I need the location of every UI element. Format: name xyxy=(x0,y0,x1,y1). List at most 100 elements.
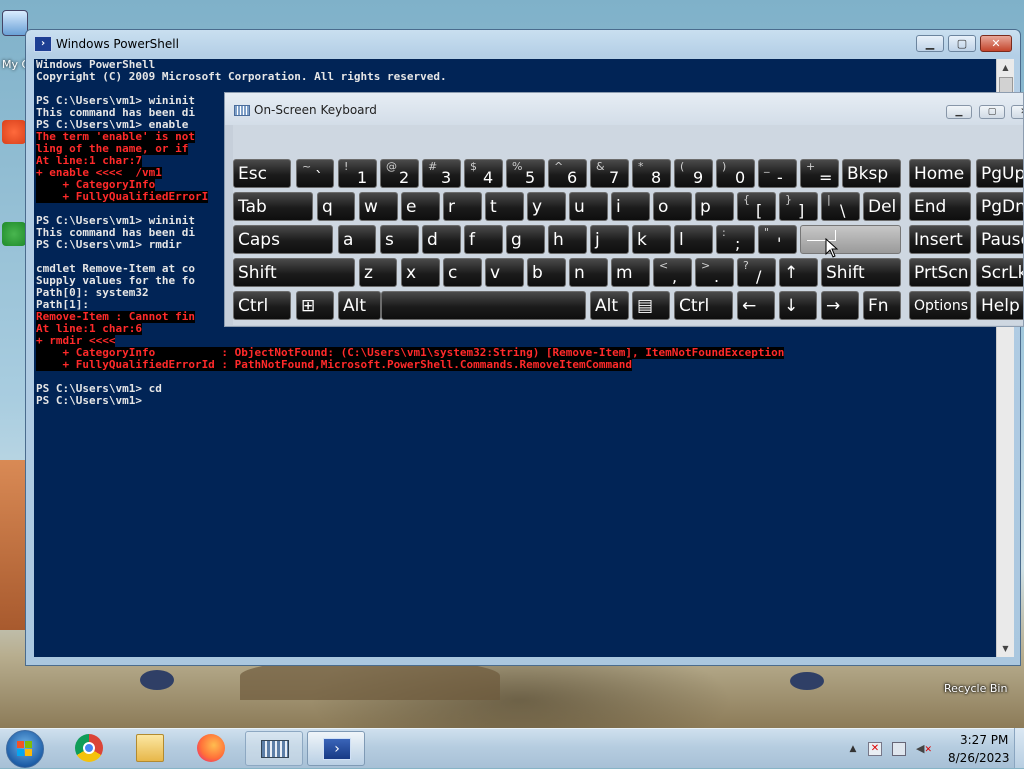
key-6[interactable]: ^ 6 xyxy=(548,159,587,188)
key-del[interactable]: Del xyxy=(863,192,901,221)
key-quote[interactable]: " ' xyxy=(758,225,797,254)
key-up[interactable]: ↑ xyxy=(779,258,818,287)
start-button[interactable] xyxy=(6,730,44,768)
key-z[interactable]: z xyxy=(359,258,397,287)
key-p[interactable]: p xyxy=(695,192,734,221)
key-q[interactable]: q xyxy=(317,192,355,221)
key-1[interactable]: ! 1 xyxy=(338,159,377,188)
key-fn[interactable]: Fn xyxy=(863,291,901,320)
key-h[interactable]: h xyxy=(548,225,587,254)
key-t[interactable]: t xyxy=(485,192,524,221)
recycle-bin-label[interactable]: Recycle Bin xyxy=(944,682,1007,695)
key-end[interactable]: End xyxy=(909,192,971,221)
key-y[interactable]: y xyxy=(527,192,566,221)
clock-date[interactable]: 8/26/2023 xyxy=(948,751,1010,765)
scroll-up-icon[interactable]: ▲ xyxy=(997,59,1014,76)
key-tab[interactable]: Tab xyxy=(233,192,313,221)
key-c[interactable]: c xyxy=(443,258,482,287)
key-j[interactable]: j xyxy=(590,225,629,254)
key-caps[interactable]: Caps xyxy=(233,225,333,254)
key-backslash[interactable]: | \ xyxy=(821,192,860,221)
key-home[interactable]: Home xyxy=(909,159,971,188)
key-down[interactable]: ↓ xyxy=(779,291,817,320)
key-prtscn[interactable]: PrtScn xyxy=(909,258,971,287)
key-rbracket[interactable]: }] xyxy=(779,192,818,221)
osk-maximize-button[interactable]: ▢ xyxy=(979,105,1005,119)
key-insert[interactable]: Insert xyxy=(909,225,971,254)
key-lctrl[interactable]: Ctrl xyxy=(233,291,291,320)
key-9[interactable]: (9 xyxy=(674,159,713,188)
key-4[interactable]: $4 xyxy=(464,159,503,188)
key-d[interactable]: d xyxy=(422,225,461,254)
scroll-down-icon[interactable]: ▼ xyxy=(997,640,1014,657)
action-center-icon[interactable]: ✕ xyxy=(868,742,882,756)
clock-time[interactable]: 3:27 PM xyxy=(960,733,1008,747)
key-ralt[interactable]: Alt xyxy=(590,291,629,320)
osk-titlebar[interactable]: On-Screen Keyboard ▁ ▢ ✕ xyxy=(225,93,1023,125)
key-rctrl[interactable]: Ctrl xyxy=(674,291,733,320)
key-s[interactable]: s xyxy=(380,225,419,254)
key-2[interactable]: @2 xyxy=(380,159,419,188)
maximize-button[interactable]: ▢ xyxy=(948,35,976,52)
key-g[interactable]: g xyxy=(506,225,545,254)
key-options[interactable]: Options xyxy=(909,291,971,320)
desktop-shortcut-icon[interactable] xyxy=(2,120,26,144)
key-l[interactable]: l xyxy=(674,225,713,254)
network-icon[interactable] xyxy=(892,742,906,756)
key-right[interactable]: → xyxy=(821,291,859,320)
key-lbracket[interactable]: {[ xyxy=(737,192,776,221)
key-equals[interactable]: + = xyxy=(800,159,839,188)
key-0[interactable]: ) 0 xyxy=(716,159,755,188)
key-3[interactable]: #3 xyxy=(422,159,461,188)
key-scrlk[interactable]: ScrLk xyxy=(976,258,1023,287)
key-8[interactable]: * 8 xyxy=(632,159,671,188)
minimize-button[interactable]: ▁ xyxy=(916,35,944,52)
key-v[interactable]: v xyxy=(485,258,524,287)
key-slash[interactable]: ? / xyxy=(737,258,776,287)
key-r[interactable]: r xyxy=(443,192,482,221)
key-i[interactable]: i xyxy=(611,192,650,221)
osk-minimize-button[interactable]: ▁ xyxy=(946,105,972,119)
key-f[interactable]: f xyxy=(464,225,503,254)
show-hidden-icons-icon[interactable]: ▲ xyxy=(846,742,860,756)
close-button[interactable]: ✕ xyxy=(980,35,1012,52)
key-lalt[interactable]: Alt xyxy=(338,291,381,320)
key-left[interactable]: ← xyxy=(737,291,775,320)
key-pause[interactable]: Pause xyxy=(976,225,1023,254)
taskbar-on-screen-keyboard[interactable] xyxy=(245,731,303,766)
key-semicolon[interactable]: :; xyxy=(716,225,755,254)
taskbar-powershell[interactable]: › xyxy=(307,731,365,766)
key-win[interactable]: ⊞ xyxy=(296,291,334,320)
key-bksp[interactable]: Bksp xyxy=(842,159,901,188)
key-pgup[interactable]: PgUp xyxy=(976,159,1023,188)
volume-muted-icon[interactable]: ◀✕ xyxy=(916,742,932,756)
key-help[interactable]: Help xyxy=(976,291,1023,320)
key-menu[interactable]: ▤ xyxy=(632,291,670,320)
key-minus[interactable]: _ - xyxy=(758,159,797,188)
key-a[interactable]: a xyxy=(338,225,376,254)
taskbar-chrome[interactable] xyxy=(60,731,118,766)
key-b[interactable]: b xyxy=(527,258,566,287)
key-m[interactable]: m xyxy=(611,258,650,287)
key-lshift[interactable]: Shift xyxy=(233,258,355,287)
key-esc[interactable]: Esc xyxy=(233,159,291,188)
key-k[interactable]: k xyxy=(632,225,671,254)
key-u[interactable]: u xyxy=(569,192,608,221)
key-e[interactable]: e xyxy=(401,192,440,221)
desktop-shortcut-icon[interactable] xyxy=(2,222,26,246)
osk-close-button[interactable]: ✕ xyxy=(1011,105,1023,119)
computer-icon[interactable] xyxy=(2,10,28,36)
taskbar-firefox[interactable] xyxy=(182,731,240,766)
key-period[interactable]: >. xyxy=(695,258,734,287)
show-desktop-button[interactable] xyxy=(1014,728,1024,768)
key-7[interactable]: & 7 xyxy=(590,159,629,188)
key-pgdn[interactable]: PgDn xyxy=(976,192,1023,221)
key-n[interactable]: n xyxy=(569,258,608,287)
key-enter[interactable] xyxy=(800,225,901,254)
taskbar-explorer[interactable] xyxy=(121,731,179,766)
key-backtick[interactable]: ~ ` xyxy=(296,159,334,188)
key-o[interactable]: o xyxy=(653,192,692,221)
key-comma[interactable]: <, xyxy=(653,258,692,287)
key-5[interactable]: % 5 xyxy=(506,159,545,188)
key-space[interactable] xyxy=(381,291,586,320)
